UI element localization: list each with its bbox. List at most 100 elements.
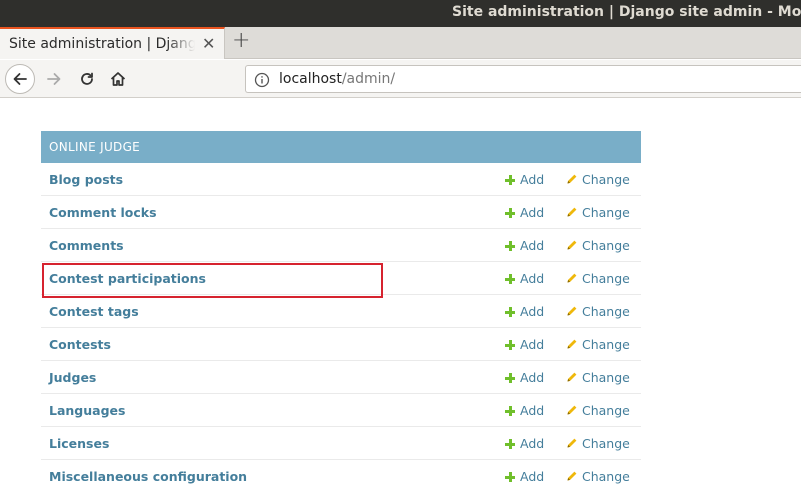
- add-label: Add: [520, 304, 545, 319]
- model-row: Contest tags Add Change: [41, 295, 641, 328]
- plus-icon: [505, 208, 515, 218]
- model-link[interactable]: Comments: [49, 238, 124, 253]
- home-icon: [110, 72, 126, 86]
- back-arrow-icon: [13, 73, 27, 85]
- change-link[interactable]: Change: [566, 469, 630, 484]
- pencil-icon: [567, 174, 577, 184]
- window-titlebar: Site administration | Django site admin …: [0, 0, 801, 27]
- model-link[interactable]: Contest participations: [49, 271, 206, 286]
- add-link[interactable]: Add: [505, 205, 544, 220]
- add-link[interactable]: Add: [505, 337, 544, 352]
- pencil-icon: [567, 471, 577, 481]
- model-row: Comments Add Change: [41, 229, 641, 262]
- reload-button[interactable]: [76, 68, 98, 90]
- add-link[interactable]: Add: [505, 403, 544, 418]
- model-link[interactable]: Licenses: [49, 436, 109, 451]
- change-label: Change: [582, 370, 630, 385]
- change-label: Change: [582, 304, 630, 319]
- model-row: Contests Add Change: [41, 328, 641, 361]
- model-link[interactable]: Languages: [49, 403, 125, 418]
- add-label: Add: [520, 238, 545, 253]
- model-link[interactable]: Comment locks: [49, 205, 157, 220]
- add-label: Add: [520, 469, 545, 484]
- model-row: Judges Add Change: [41, 361, 641, 394]
- plus-icon: [505, 274, 515, 284]
- add-link[interactable]: Add: [505, 469, 544, 484]
- change-link[interactable]: Change: [566, 304, 630, 319]
- model-link[interactable]: Miscellaneous configuration: [49, 469, 247, 484]
- change-label: Change: [582, 403, 630, 418]
- back-button[interactable]: [5, 64, 35, 94]
- pencil-icon: [567, 339, 577, 349]
- change-link[interactable]: Change: [566, 172, 630, 187]
- add-link[interactable]: Add: [505, 304, 544, 319]
- model-link[interactable]: Judges: [49, 370, 96, 385]
- page-content: ONLINE JUDGE Blog posts Add Change Comment …: [0, 99, 801, 484]
- pencil-icon: [567, 306, 577, 316]
- change-label: Change: [582, 337, 630, 352]
- change-link[interactable]: Change: [566, 403, 630, 418]
- window-title: Site administration | Django site admin …: [452, 4, 801, 20]
- model-row: Contest participations Add Change: [41, 262, 641, 295]
- url-bar[interactable]: localhost/admin/: [245, 65, 801, 93]
- model-link[interactable]: Contests: [49, 337, 111, 352]
- model-row: Comment locks Add Change: [41, 196, 641, 229]
- reload-icon: [81, 72, 93, 85]
- plus-icon: [505, 439, 515, 449]
- module-caption[interactable]: ONLINE JUDGE: [41, 131, 641, 163]
- url-path: /admin/: [341, 71, 396, 87]
- model-link[interactable]: Blog posts: [49, 172, 123, 187]
- change-link[interactable]: Change: [566, 205, 630, 220]
- plus-icon: [505, 340, 515, 350]
- change-link[interactable]: Change: [566, 238, 630, 253]
- change-link[interactable]: Change: [566, 271, 630, 286]
- url-host: localhost: [279, 71, 342, 87]
- model-row: Languages Add Change: [41, 394, 641, 427]
- add-link[interactable]: Add: [505, 436, 544, 451]
- add-link[interactable]: Add: [505, 238, 544, 253]
- plus-icon: [505, 373, 515, 383]
- pencil-icon: [567, 273, 577, 283]
- home-button[interactable]: [107, 68, 129, 90]
- change-label: Change: [582, 271, 630, 286]
- change-label: Change: [582, 436, 630, 451]
- change-link[interactable]: Change: [566, 436, 630, 451]
- change-label: Change: [582, 469, 630, 484]
- add-label: Add: [520, 403, 545, 418]
- url-text[interactable]: localhost/admin/: [279, 71, 395, 87]
- add-label: Add: [520, 271, 545, 286]
- change-label: Change: [582, 238, 630, 253]
- tab-site-administration[interactable]: Site administration | Django site admin …: [0, 27, 225, 59]
- tab-title: Site administration | Django site admin: [9, 36, 195, 52]
- add-label: Add: [520, 205, 545, 220]
- app-module-online-judge: ONLINE JUDGE Blog posts Add Change Comment …: [41, 131, 641, 484]
- pencil-icon: [567, 372, 577, 382]
- forward-button[interactable]: [43, 68, 65, 90]
- model-row: Miscellaneous configuration Add Change: [41, 460, 641, 484]
- forward-arrow-icon: [47, 73, 61, 85]
- plus-icon: [505, 472, 515, 482]
- add-link[interactable]: Add: [505, 370, 544, 385]
- add-link[interactable]: Add: [505, 172, 544, 187]
- model-link[interactable]: Contest tags: [49, 304, 139, 319]
- change-label: Change: [582, 205, 630, 220]
- change-link[interactable]: Change: [566, 370, 630, 385]
- model-row: Licenses Add Change: [41, 427, 641, 460]
- navigation-bar: localhost/admin/: [0, 60, 801, 98]
- plus-icon: [505, 406, 515, 416]
- pencil-icon: [567, 438, 577, 448]
- info-icon[interactable]: [254, 72, 270, 92]
- close-icon[interactable]: ✕: [202, 34, 215, 53]
- plus-icon: [505, 241, 515, 251]
- add-label: Add: [520, 436, 545, 451]
- model-row: Blog posts Add Change: [41, 163, 641, 196]
- add-label: Add: [520, 172, 545, 187]
- add-label: Add: [520, 370, 545, 385]
- change-link[interactable]: Change: [566, 337, 630, 352]
- add-label: Add: [520, 337, 545, 352]
- pencil-icon: [567, 405, 577, 415]
- pencil-icon: [567, 240, 577, 250]
- pencil-icon: [567, 207, 577, 217]
- new-tab-button[interactable]: +: [232, 28, 250, 53]
- add-link[interactable]: Add: [505, 271, 544, 286]
